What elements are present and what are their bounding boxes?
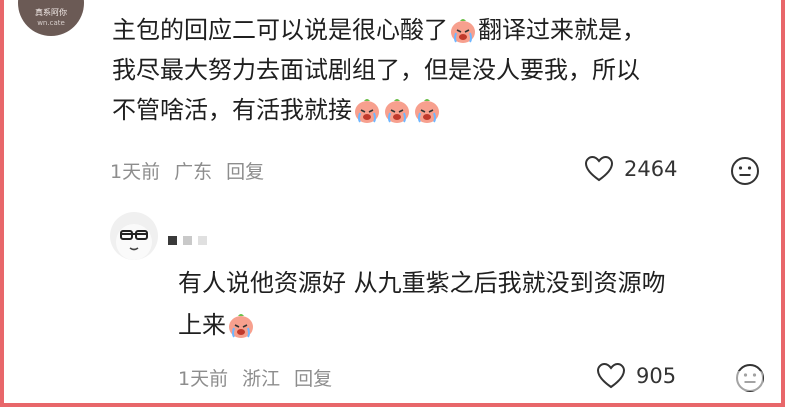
reply-button[interactable]: 回复 <box>294 368 332 390</box>
avatar[interactable]: 真系阿你 wn.cate <box>18 0 84 36</box>
comment-time: 1天前 <box>110 161 161 183</box>
reply-button[interactable]: 回复 <box>226 161 264 183</box>
avatar[interactable] <box>110 212 158 260</box>
emoji-reaction-icon[interactable] <box>730 156 760 186</box>
crying-peach-icon <box>229 314 253 338</box>
comment-card: 真系阿你 wn.cate 主包的回应二可以说是很心酸了 翻译过来就是， 我尽最大努… <box>4 0 781 403</box>
comment-meta: 1天前 浙江 回复 <box>178 364 346 391</box>
comment-location: 浙江 <box>242 368 281 390</box>
avatar-caption-sub: wn.cate <box>37 19 65 27</box>
comment-text-line: 有人说他资源好 从九重紫之后我就没到资源吻 <box>178 269 666 297</box>
comment-text-line: 不管啥活，有活我就接 <box>112 96 352 124</box>
comment-text-line: 上来 <box>178 311 226 339</box>
comment-text-line: 翻译过来就是， <box>478 16 646 44</box>
like-button[interactable]: 2464 <box>584 155 677 183</box>
comment-text: 主包的回应二可以说是很心酸了 翻译过来就是， 我尽最大努力去面试剧组了，但是没人要… <box>112 10 762 130</box>
watermark <box>713 371 763 391</box>
comment-text-line: 我尽最大努力去面试剧组了，但是没人要我，所以 <box>112 56 640 84</box>
comment-text: 有人说他资源好 从九重紫之后我就没到资源吻 上来 <box>178 262 778 346</box>
like-count: 905 <box>636 364 677 388</box>
comment-text-line: 主包的回应二可以说是很心酸了 <box>112 16 448 44</box>
heart-icon <box>596 362 626 389</box>
crying-peach-icon <box>451 19 475 43</box>
comment-time: 1天前 <box>178 368 229 390</box>
glasses-avatar-icon <box>116 224 152 260</box>
username-redacted <box>168 236 207 245</box>
comment-location: 广东 <box>174 161 213 183</box>
avatar-caption: 真系阿你 <box>35 8 67 17</box>
like-count: 2464 <box>624 157 678 181</box>
crying-peach-icon <box>355 99 379 123</box>
crying-peach-icon <box>385 99 409 123</box>
heart-icon <box>584 155 614 182</box>
like-button[interactable]: 905 <box>596 362 676 390</box>
comment-meta: 1天前 广东 回复 <box>110 157 278 184</box>
crying-peach-icon <box>415 99 439 123</box>
